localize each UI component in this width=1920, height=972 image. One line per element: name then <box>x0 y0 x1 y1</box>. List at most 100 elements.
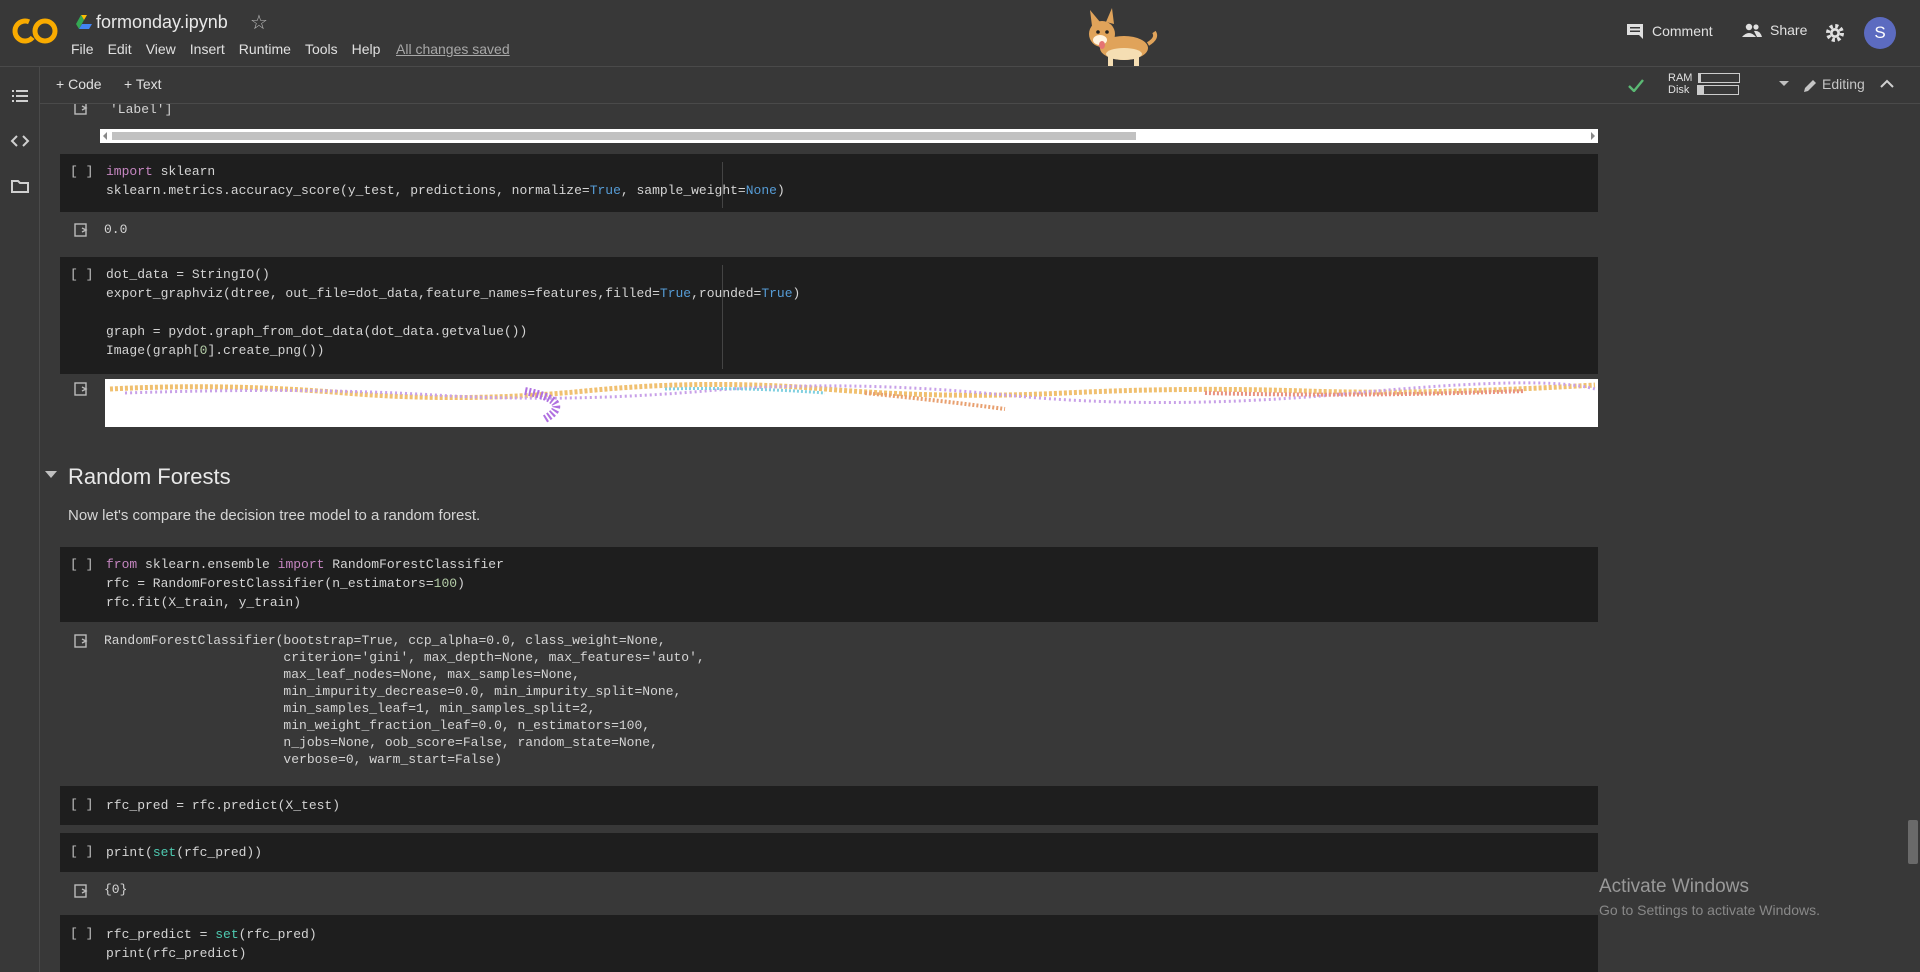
section-heading: Random Forests <box>68 464 231 489</box>
code-editor[interactable]: rfc_predict = set(rfc_pred) print(rfc_pr… <box>106 925 317 963</box>
code-token: set <box>152 845 177 860</box>
share-label: Share <box>1770 22 1808 38</box>
menu-insert[interactable]: Insert <box>190 41 225 57</box>
people-icon <box>1742 23 1762 37</box>
code-token: True <box>589 183 621 198</box>
run-cell-button[interactable]: [ ] <box>70 267 93 282</box>
avatar[interactable]: S <box>1864 17 1896 49</box>
scrollbar-thumb[interactable] <box>112 132 1136 140</box>
collapse-section-icon[interactable] <box>45 471 57 478</box>
menu-runtime[interactable]: Runtime <box>239 41 291 57</box>
star-icon[interactable]: ☆ <box>250 10 268 35</box>
output-line: RandomForestClassifier(bootstrap=True, c… <box>104 633 666 648</box>
code-token: ].create_png()) <box>207 343 325 358</box>
code-token: , sample_weight= <box>620 183 746 198</box>
code-cell[interactable]: [ ] rfc_pred = rfc.predict(X_test) <box>60 786 1598 825</box>
code-token: print( <box>106 845 153 860</box>
ram-bar-fill <box>1699 74 1702 83</box>
code-token: sklearn <box>152 164 216 179</box>
editing-mode[interactable]: Editing <box>1822 76 1865 92</box>
left-sidebar <box>0 67 40 972</box>
code-editor[interactable]: from sklearn.ensemble import RandomFores… <box>106 555 504 612</box>
gear-icon[interactable] <box>1824 22 1846 44</box>
prev-output-text: 'Label'] <box>110 104 173 117</box>
code-editor[interactable]: dot_data = StringIO() export_graphviz(dt… <box>106 265 800 360</box>
folder-icon[interactable] <box>9 175 31 197</box>
disk-label: Disk <box>1668 84 1690 96</box>
share-button[interactable]: Share <box>1742 22 1807 38</box>
code-token: sklearn.ensemble <box>137 557 278 572</box>
add-text-label: Text <box>135 76 162 92</box>
menu-bar: File Edit View Insert Runtime Tools Help <box>71 41 394 57</box>
add-code-label: Code <box>68 76 102 92</box>
code-cell[interactable]: [ ] rfc_predict = set(rfc_pred) print(rf… <box>60 915 1598 972</box>
code-token: ) <box>457 576 465 591</box>
run-cell-button[interactable]: [ ] <box>70 844 93 859</box>
code-token: None <box>745 183 777 198</box>
output-icon <box>74 104 88 115</box>
output-icon <box>74 382 88 396</box>
ram-bar <box>1698 73 1741 84</box>
code-token: import <box>106 164 153 179</box>
watermark-title: Activate Windows <box>1599 876 1749 897</box>
drive-icon <box>76 15 92 29</box>
cell-output: {0} <box>104 882 128 897</box>
code-snippets-icon[interactable] <box>9 130 31 152</box>
code-token: Image(graph[ <box>106 343 200 358</box>
disk-bar-fill <box>1698 86 1705 95</box>
notebook-scrollbar-thumb[interactable] <box>1908 820 1918 864</box>
save-status[interactable]: All changes saved <box>396 41 510 57</box>
scroll-left-icon[interactable] <box>103 132 107 140</box>
colab-logo[interactable] <box>12 14 58 48</box>
run-cell-button[interactable]: [ ] <box>70 926 93 941</box>
add-text-button[interactable]: + Text <box>124 76 162 92</box>
chevron-up-icon[interactable] <box>1880 79 1894 89</box>
code-token: (rfc_pred)) <box>176 845 263 860</box>
resource-monitor[interactable]: RAM Disk <box>1668 72 1741 96</box>
code-token: True <box>659 286 692 301</box>
output-line: verbose=0, warm_start=False) <box>104 752 502 767</box>
run-cell-button[interactable]: [ ] <box>70 164 93 179</box>
cell-toolbar: + Code + Text RAM Disk Editing <box>40 67 1920 104</box>
output-icon <box>74 634 88 648</box>
run-cell-button[interactable]: [ ] <box>70 557 93 572</box>
comment-button[interactable]: Comment <box>1626 22 1713 40</box>
output-line: criterion='gini', max_depth=None, max_fe… <box>104 650 705 665</box>
code-editor[interactable]: import sklearn sklearn.metrics.accuracy_… <box>106 162 785 200</box>
notebook-area: 'Label'] [ ] import sklearn sklearn.metr… <box>40 104 1920 972</box>
decision-tree-image <box>105 379 1598 427</box>
notebook-title[interactable]: formonday.ipynb <box>96 12 228 33</box>
output-horizontal-scrollbar[interactable] <box>100 129 1598 143</box>
code-token: rfc_pred = rfc.predict(X_test) <box>106 798 341 813</box>
code-token: rfc.fit(X_train, y_train) <box>106 595 302 610</box>
scroll-right-icon[interactable] <box>1591 132 1595 140</box>
code-cell[interactable]: [ ] from sklearn.ensemble import RandomF… <box>60 547 1598 622</box>
cell-output: 0.0 <box>104 222 128 237</box>
cell-output: RandomForestClassifier(bootstrap=True, c… <box>104 632 705 768</box>
code-token: print(rfc_predict) <box>106 946 247 961</box>
menu-file[interactable]: File <box>71 41 94 57</box>
menu-view[interactable]: View <box>146 41 176 57</box>
code-cell[interactable]: [ ] print(set(rfc_pred)) <box>60 833 1598 872</box>
windows-activation-watermark: Activate Windows Go to Settings to activ… <box>1599 876 1820 918</box>
disk-bar <box>1697 85 1740 96</box>
text-cell: Now let's compare the decision tree mode… <box>68 507 481 524</box>
run-cell-button[interactable]: [ ] <box>70 797 93 812</box>
code-token: True <box>761 286 793 301</box>
add-code-button[interactable]: + Code <box>56 76 102 92</box>
code-token: import <box>277 557 325 572</box>
menu-edit[interactable]: Edit <box>108 41 132 57</box>
disk-row: Disk <box>1668 84 1740 96</box>
table-of-contents-icon[interactable] <box>9 85 31 107</box>
code-token: ,rounded= <box>691 286 762 301</box>
code-editor[interactable]: print(set(rfc_pred)) <box>106 843 262 862</box>
corgi-mascot-icon <box>1089 8 1158 66</box>
code-cell[interactable]: [ ] dot_data = StringIO() export_graphvi… <box>60 257 1598 374</box>
menu-tools[interactable]: Tools <box>305 41 338 57</box>
code-cell[interactable]: [ ] import sklearn sklearn.metrics.accur… <box>60 154 1598 212</box>
chevron-down-icon[interactable] <box>1779 81 1789 86</box>
menu-help[interactable]: Help <box>352 41 381 57</box>
code-token: set <box>215 927 239 942</box>
code-editor[interactable]: rfc_pred = rfc.predict(X_test) <box>106 796 340 815</box>
code-token: (rfc_pred) <box>238 927 317 942</box>
